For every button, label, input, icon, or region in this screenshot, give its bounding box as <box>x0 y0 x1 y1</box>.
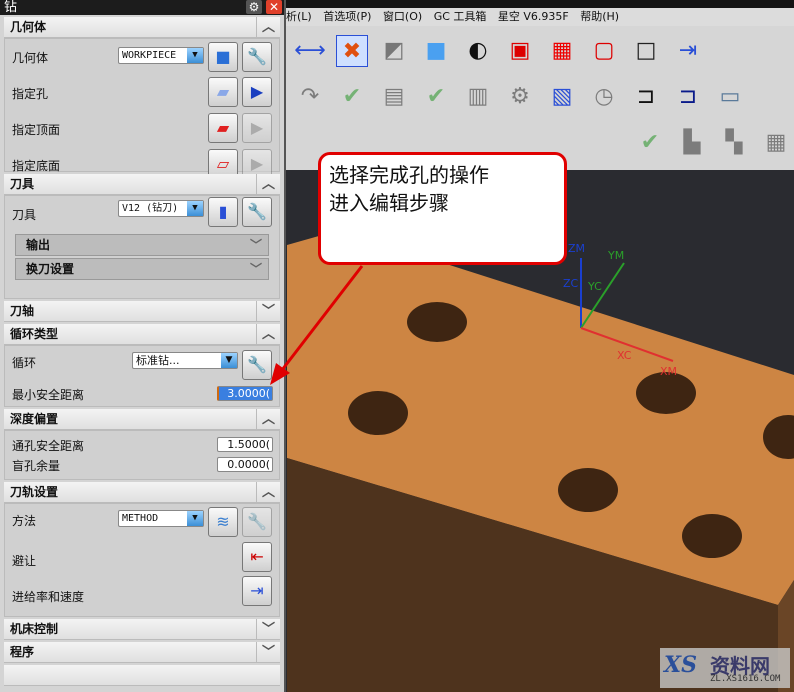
graphics-viewport[interactable]: ZM ZC YC YM XC XM <box>0 0 794 692</box>
watermark-xs: XS <box>664 652 697 678</box>
xc-label: XC <box>617 349 632 362</box>
callout-line-1: 选择完成孔的操作 <box>329 163 489 187</box>
zm-label: ZM <box>568 242 585 255</box>
hole[interactable] <box>636 372 696 414</box>
ym-label: YM <box>607 249 624 262</box>
hole[interactable] <box>682 514 742 558</box>
watermark-logo: XS 资料网 ZL.XS1616.COM <box>660 648 790 688</box>
yc-label: YC <box>587 280 602 293</box>
xm-label: XM <box>660 365 677 378</box>
hole[interactable] <box>407 302 467 342</box>
callout-annotation: 选择完成孔的操作 进入编辑步骤 <box>318 152 567 265</box>
hole[interactable] <box>558 468 618 512</box>
hole[interactable] <box>348 391 408 435</box>
zc-label: ZC <box>563 277 579 290</box>
watermark-url: ZL.XS1616.COM <box>710 674 781 684</box>
callout-line-2: 进入编辑步骤 <box>329 191 449 215</box>
